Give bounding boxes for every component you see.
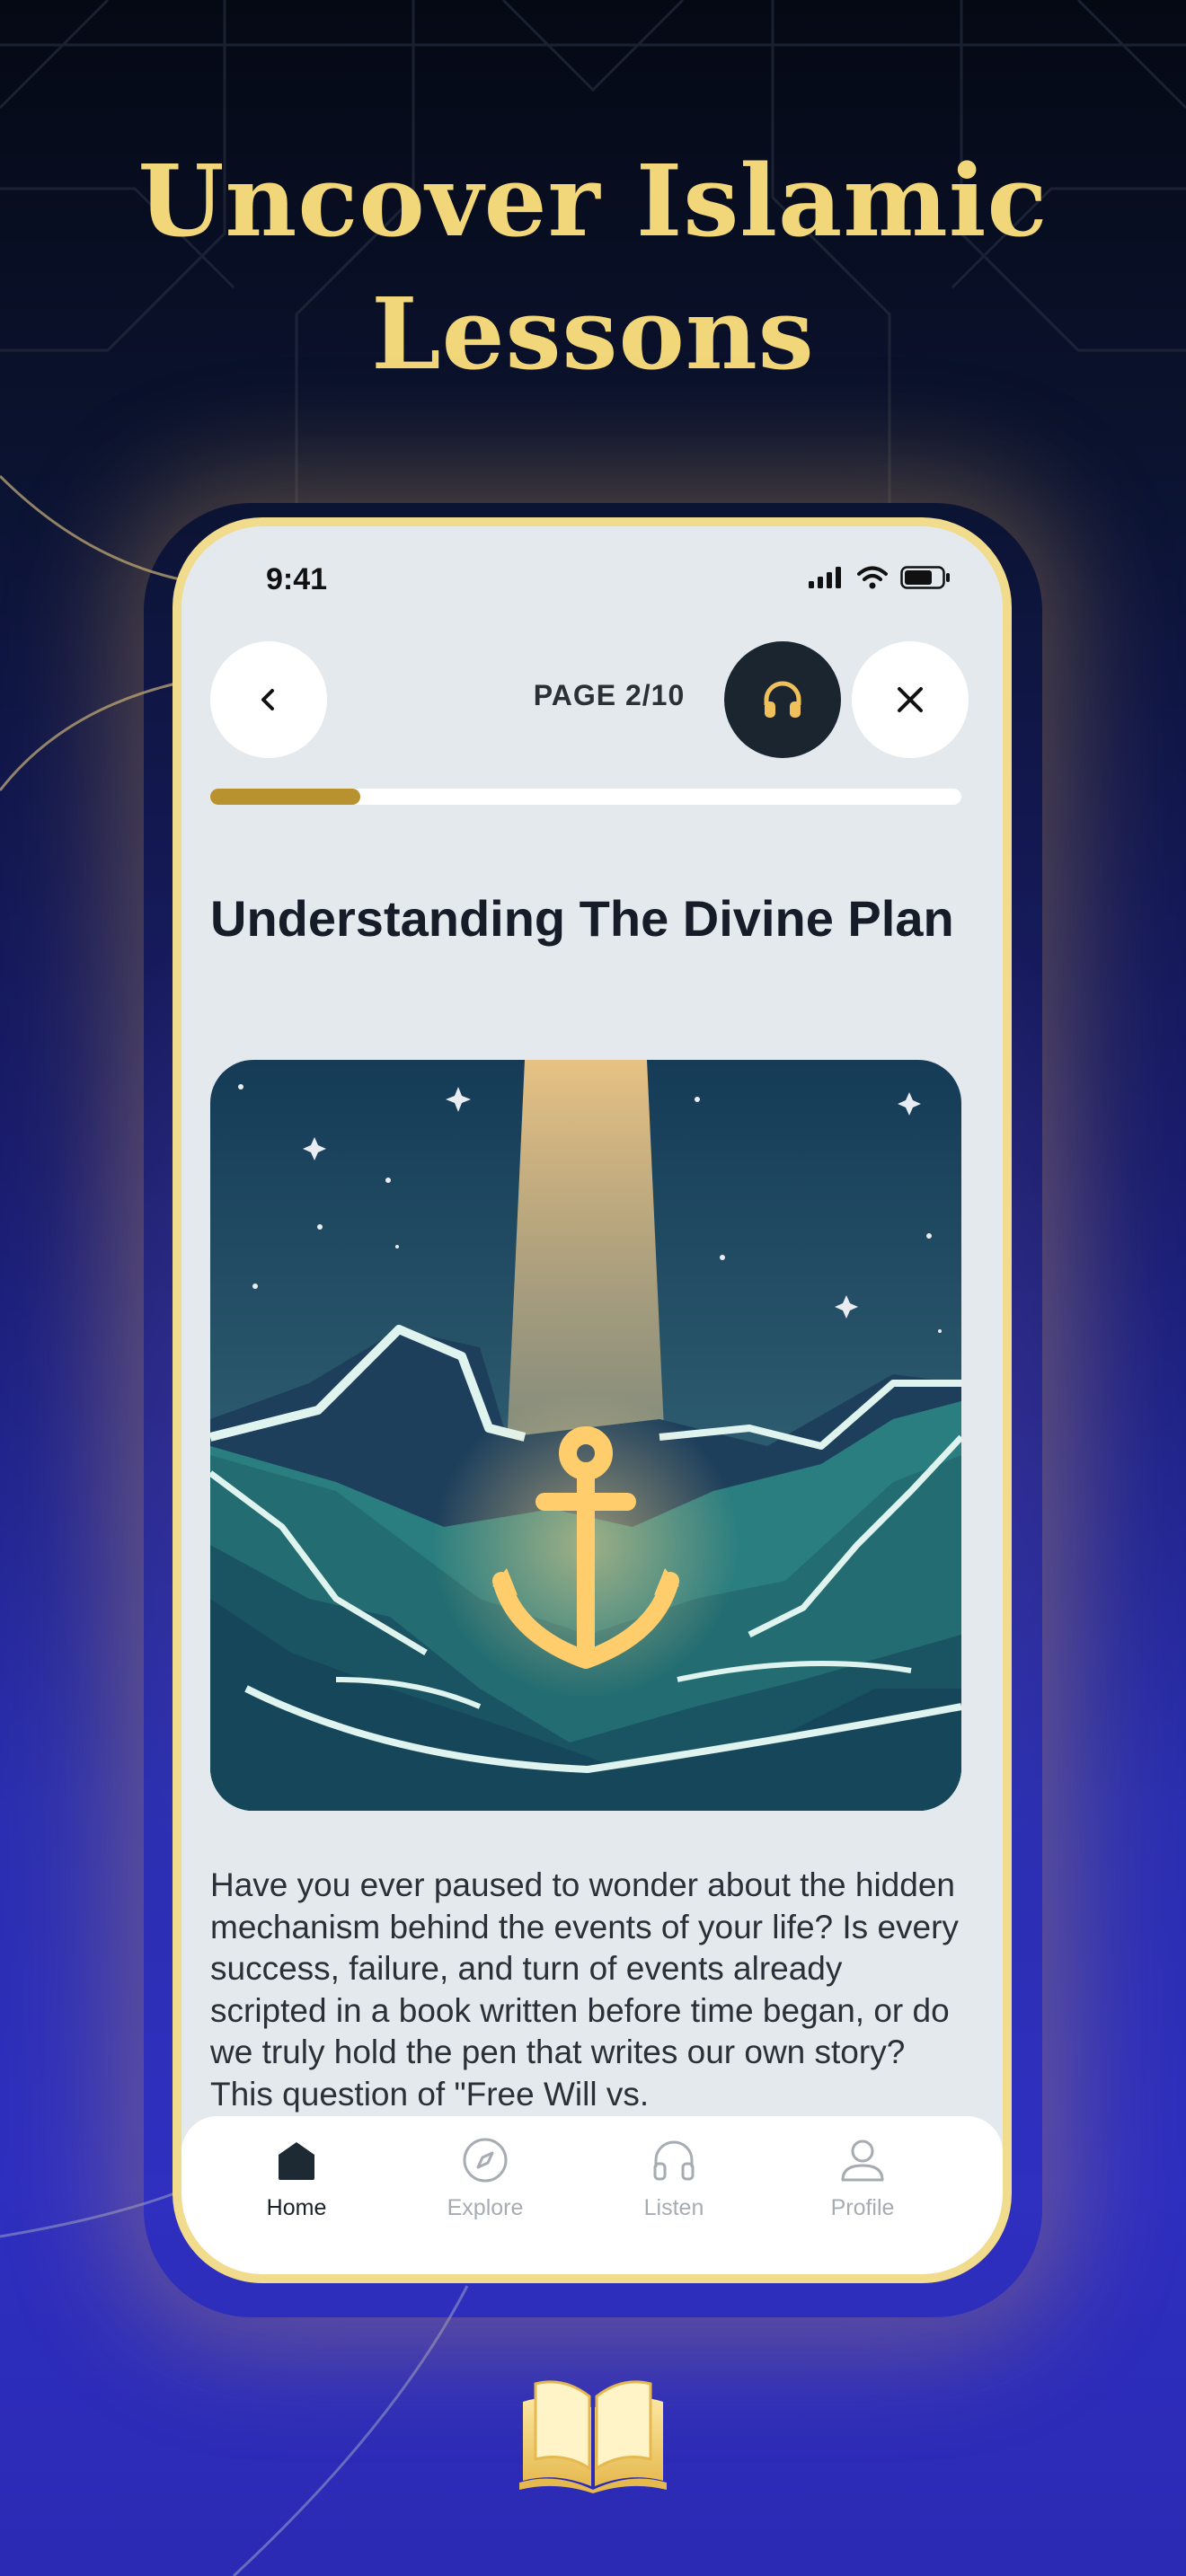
wifi-icon <box>857 566 888 589</box>
tab-listen[interactable]: Listen <box>584 2129 764 2221</box>
battery-icon <box>900 566 950 589</box>
tab-profile[interactable]: Profile <box>773 2129 952 2221</box>
close-button[interactable] <box>852 641 969 758</box>
tab-profile-label: Profile <box>830 2195 895 2220</box>
book-icon <box>519 2380 667 2493</box>
user-icon <box>841 2139 884 2182</box>
compass-icon <box>463 2138 508 2183</box>
headphones-icon <box>764 681 801 718</box>
tab-home-label: Home <box>266 2195 327 2220</box>
headline: Uncover Islamic Lessons <box>0 135 1186 401</box>
tab-home[interactable]: Home <box>207 2129 386 2221</box>
lesson-title: Understanding The Divine Plan <box>210 890 954 947</box>
signal-icon <box>809 567 841 588</box>
close-icon <box>898 687 923 712</box>
home-icon <box>279 2142 314 2180</box>
headline-line-2: Lessons <box>371 276 815 392</box>
headline-line-1: Uncover Islamic <box>137 143 1049 259</box>
tab-listen-label: Listen <box>643 2195 704 2220</box>
phone-mockup: 9:41 PAGE 2/10 Understanding The Divine … <box>173 517 1012 2283</box>
chevron-left-icon <box>261 689 274 710</box>
lesson-body: Have you ever paused to wonder about the… <box>210 1866 959 2113</box>
audio-button[interactable] <box>724 641 841 758</box>
tab-explore-label: Explore <box>447 2195 524 2220</box>
headphones-icon <box>653 2140 695 2181</box>
progress-bar <box>210 789 961 805</box>
back-button[interactable] <box>210 641 327 758</box>
tab-bar: Home Explore Listen Profile <box>181 2116 1003 2274</box>
tab-explore[interactable]: Explore <box>395 2129 575 2221</box>
page-indicator: PAGE 2/10 <box>533 679 686 711</box>
status-time: 9:41 <box>266 562 328 596</box>
lesson-illustration <box>210 1060 961 1811</box>
status-icons <box>809 566 951 589</box>
progress-fill <box>210 789 361 805</box>
